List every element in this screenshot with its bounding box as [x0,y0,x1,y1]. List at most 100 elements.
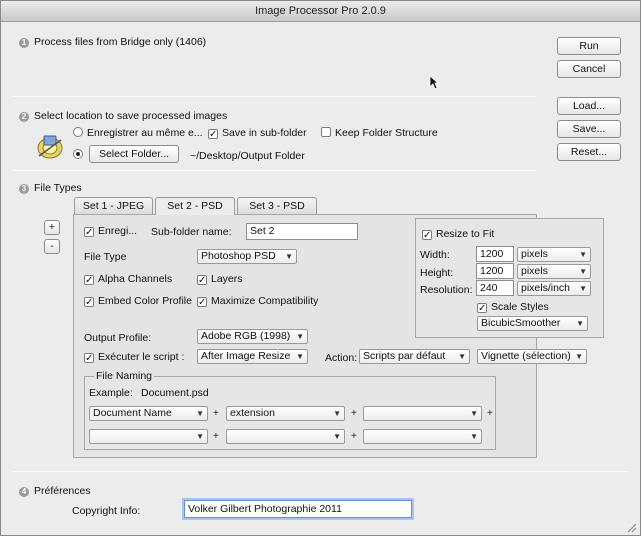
tab-set-2-psd[interactable]: Set 2 - PSD [155,197,235,215]
resize-to-fit-label: Resize to Fit [436,228,495,240]
enregi-label: Enregi... [98,225,138,237]
dropdown-arrow-icon: ▼ [458,352,466,361]
height-input[interactable]: 1200 [476,263,514,279]
resample-method-select[interactable]: BicubicSmoother ▼ [477,316,588,331]
radio-same-location-label: Enregistrer au même e... [87,127,203,139]
dropdown-arrow-icon: ▼ [579,267,587,276]
scale-styles-check[interactable]: ✓ [477,303,487,314]
maximize-compatibility-checkbox[interactable]: ✓ Maximize Compatibility [197,295,318,308]
naming-row2-field1-select[interactable]: ▼ [89,429,208,444]
dropdown-arrow-icon: ▼ [333,409,341,418]
embed-color-profile-check[interactable]: ✓ [84,297,94,308]
action-set-select[interactable]: Scripts par défaut ▼ [359,349,470,364]
dropdown-arrow-icon: ▼ [579,250,587,259]
subfolder-name-input[interactable]: Set 2 [246,223,358,240]
reset-button[interactable]: Reset... [557,143,621,161]
resolution-unit-select[interactable]: pixels/inch ▼ [517,281,591,296]
height-unit-value: pixels [521,265,548,277]
file-type-value: Photoshop PSD [201,250,276,262]
divider [13,96,537,97]
example-label: Example: [89,387,133,399]
height-label: Height: [420,267,454,279]
resolution-unit-value: pixels/inch [521,282,571,294]
tab-set-3-psd[interactable]: Set 3 - PSD [237,197,317,214]
scale-styles-checkbox[interactable]: ✓ Scale Styles [477,301,549,314]
keep-folder-structure-label: Keep Folder Structure [335,127,438,139]
execute-script-label: Exécuter le script : [98,351,185,363]
output-profile-label: Output Profile: [84,332,152,344]
naming-row1-field2-select[interactable]: extension ▼ [226,406,345,421]
action-name-select[interactable]: Vignette (sélection) ▼ [477,349,587,364]
execute-script-check[interactable]: ✓ [84,353,94,364]
divider [13,471,629,472]
layers-check[interactable]: ✓ [197,275,207,286]
naming-row2-field2-select[interactable]: ▼ [226,429,345,444]
action-set-value: Scripts par défaut [363,350,446,362]
height-unit-select[interactable]: pixels ▼ [517,264,591,279]
keep-folder-structure-checkbox[interactable]: Keep Folder Structure [321,127,438,139]
alpha-channels-check[interactable]: ✓ [84,275,94,286]
dropdown-arrow-icon: ▼ [296,352,304,361]
radio-select-folder[interactable] [73,149,87,161]
dropdown-arrow-icon: ▼ [333,432,341,441]
width-input[interactable]: 1200 [476,246,514,262]
width-unit-select[interactable]: pixels ▼ [517,247,591,262]
output-profile-select[interactable]: Adobe RGB (1998) ▼ [197,329,308,344]
width-unit-value: pixels [521,248,548,260]
copyright-info-input[interactable]: Volker Gilbert Photographie 2011 [184,500,412,518]
naming-row1-field1-select[interactable]: Document Name ▼ [89,406,208,421]
divider [13,170,537,171]
execute-script-checkbox[interactable]: ✓ Exécuter le script : [84,351,185,364]
radio-select-folder-control[interactable] [73,149,83,159]
file-type-label: File Type [84,251,127,263]
save-in-subfolder-checkbox[interactable]: ✓ Save in sub-folder [208,127,307,140]
output-profile-value: Adobe RGB (1998) [201,330,291,342]
select-folder-button[interactable]: Select Folder... [89,145,179,163]
resolution-input[interactable]: 240 [476,280,514,296]
alpha-channels-checkbox[interactable]: ✓ Alpha Channels [84,273,173,286]
window-title: Image Processor Pro 2.0.9 [1,1,640,22]
dropdown-arrow-icon: ▼ [285,252,293,261]
naming-row2-field3-select[interactable]: ▼ [363,429,482,444]
keep-folder-structure-check[interactable] [321,127,331,137]
action-label: Action: [325,352,358,364]
plus-sign: + [213,408,219,419]
scale-styles-label: Scale Styles [491,301,549,313]
file-type-select[interactable]: Photoshop PSD ▼ [197,249,297,264]
save-in-subfolder-check[interactable]: ✓ [208,129,218,140]
section1-header: 1 Process files from Bridge only (1406) [19,36,206,48]
action-name-value: Vignette (sélection) [481,350,571,362]
alpha-channels-label: Alpha Channels [98,273,173,285]
section4-header: 4 Préférences [19,485,91,497]
run-button[interactable]: Run [557,37,621,55]
remove-set-button[interactable]: - [44,239,60,254]
radio-same-location-control[interactable] [73,127,83,137]
save-settings-button[interactable]: Save... [557,120,621,138]
load-button[interactable]: Load... [557,97,621,115]
tab-set-1-jpeg[interactable]: Set 1 - JPEG [74,197,153,214]
save-in-subfolder-label: Save in sub-folder [222,127,307,139]
layers-checkbox[interactable]: ✓ Layers [197,273,243,286]
embed-color-profile-checkbox[interactable]: ✓ Embed Color Profile [84,295,192,308]
naming-row1-field3-select[interactable]: ▼ [363,406,482,421]
enregi-check[interactable]: ✓ [84,227,94,238]
execute-when-select[interactable]: After Image Resize ▼ [197,349,308,364]
resize-to-fit-check[interactable]: ✓ [422,230,432,241]
naming-row1-field1-value: Document Name [93,407,172,419]
step-number-1: 1 [19,38,29,48]
resize-grip-icon[interactable] [625,521,637,533]
embed-color-profile-label: Embed Color Profile [98,295,192,307]
enregi-checkbox[interactable]: ✓ Enregi... [84,225,138,238]
maximize-compatibility-check[interactable]: ✓ [197,297,207,308]
section1-label: Process files from Bridge only (1406) [34,36,207,48]
file-naming-label: File Naming [94,370,155,382]
dropdown-arrow-icon: ▼ [196,409,204,418]
cancel-button[interactable]: Cancel [557,60,621,78]
dropdown-arrow-icon: ▼ [196,432,204,441]
resize-to-fit-checkbox[interactable]: ✓ Resize to Fit [422,228,495,241]
add-set-button[interactable]: + [44,220,60,235]
radio-same-location[interactable]: Enregistrer au même e... [73,127,203,139]
dropdown-arrow-icon: ▼ [470,409,478,418]
output-folder-path: ~/Desktop/Output Folder [190,150,305,162]
section3-header: 3 File Types [19,182,82,194]
